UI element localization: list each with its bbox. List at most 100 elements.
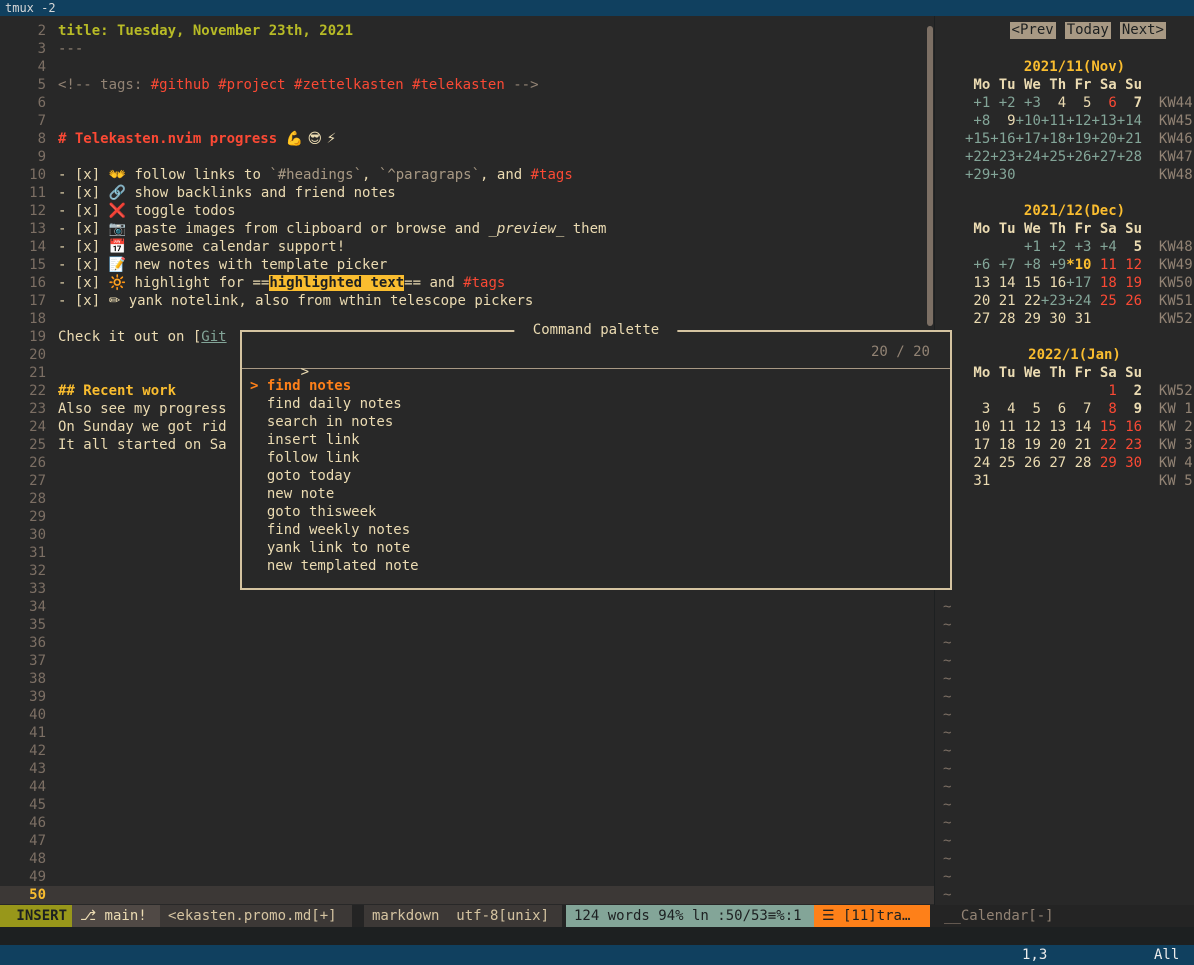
editor-line[interactable]: 12- [x] ❌ toggle todos [0,202,934,220]
command-palette-title: Command palette [514,321,677,339]
editor-line[interactable]: 3--- [0,40,934,58]
editor-line[interactable]: 9 [0,148,934,166]
editor-line[interactable]: 14- [x] 📅 awesome calendar support! [0,238,934,256]
calendar-week-row[interactable]: +1 +2 +3 +4 5 KW48 [941,238,1194,256]
line-number: 34 [0,598,46,616]
calendar-week-row[interactable]: +6 +7 +8 +9*10 11 12 KW49 [941,256,1194,274]
editor-line[interactable]: 44 [0,778,934,796]
editor-line[interactable]: 11- [x] 🔗 show backlinks and friend note… [0,184,934,202]
editor-line[interactable]: 42 [0,742,934,760]
empty-line-tilde: ~ [941,886,1194,904]
calendar-day: +10 [1016,113,1041,129]
palette-item[interactable]: search in notes [242,413,950,431]
terminal-screen: tmux -2 2title: Tuesday, November 23th, … [0,0,1194,965]
editor-line[interactable]: 7 [0,112,934,130]
calendar-week-row[interactable]: 10 11 12 13 14 15 16 KW 2 [941,418,1194,436]
line-number: 37 [0,652,46,670]
calendar-week-row[interactable]: 1 2 KW52 [941,382,1194,400]
today-button[interactable]: Today [1065,22,1111,39]
palette-item[interactable]: new templated note [242,557,950,575]
palette-item[interactable]: goto thisweek [242,503,950,521]
item-indent [250,540,267,556]
palette-item[interactable]: find weekly notes [242,521,950,539]
next-month-button[interactable]: Next> [1120,22,1166,39]
editor-line[interactable]: 2title: Tuesday, November 23th, 2021 [0,22,934,40]
editor-line[interactable]: 35 [0,616,934,634]
editor-line[interactable]: 8# Telekasten.nvim progress 💪 😎 ⚡ [0,130,934,148]
palette-item[interactable]: insert link [242,431,950,449]
command-line[interactable]: :lua require('telekasten').panel() [0,927,1194,945]
palette-item[interactable]: new note [242,485,950,503]
empty-line-tilde: ~ [941,868,1194,886]
calendar-day: 22 [1091,437,1116,453]
palette-input[interactable]: > 20 / 20 [242,342,950,362]
calendar-day: 6 [1091,95,1116,111]
palette-item[interactable]: follow link [242,449,950,467]
editor-line[interactable]: 38 [0,670,934,688]
editor-line[interactable]: 15- [x] 📝 new notes with template picker [0,256,934,274]
editor-line[interactable]: 48 [0,850,934,868]
editor-line[interactable]: 50 [0,886,934,904]
prev-month-button[interactable]: <Prev [1010,22,1056,39]
empty-line-tilde: ~ [941,850,1194,868]
editor-line[interactable]: 5<!-- tags: #github #project #zettelkast… [0,76,934,94]
editor-line[interactable]: 6 [0,94,934,112]
statusline: INSERT ⎇ main! <ekasten.promo.md[+] mark… [0,905,1194,927]
editor-line[interactable]: 45 [0,796,934,814]
calendar-week-row[interactable]: 13 14 15 16+17 18 19 KW50 [941,274,1194,292]
calendar-weekday-header: Mo Tu We Th Fr Sa Su [965,221,1142,237]
calendar-day: 28 [990,311,1015,327]
editor-line[interactable]: 40 [0,706,934,724]
line-number: 6 [0,94,46,112]
editor-line[interactable]: 47 [0,832,934,850]
calendar-day: +1 [965,95,990,111]
calendar-week-row[interactable]: 27 28 29 30 31 KW52 [941,310,1194,328]
item-indent [250,504,267,520]
editor-line[interactable]: 39 [0,688,934,706]
palette-item[interactable]: > find notes [242,377,950,395]
editor-line[interactable]: 36 [0,634,934,652]
calendar-week-row[interactable]: 17 18 19 20 21 22 23 KW 3 [941,436,1194,454]
editor-line[interactable]: 41 [0,724,934,742]
calendar-day: 9 [990,113,1015,129]
editor-line[interactable]: 37 [0,652,934,670]
calendar-week-row[interactable]: +15+16+17+18+19+20+21 KW46 [941,130,1194,148]
editor-line[interactable]: 34 [0,598,934,616]
calendar-day: 25 [990,455,1015,471]
filetype-encoding: markdown utf-8[unix] [364,905,562,927]
calendar-week-row[interactable]: 24 25 26 27 28 29 30 KW 4 [941,454,1194,472]
palette-item[interactable]: find daily notes [242,395,950,413]
editor-line[interactable]: 46 [0,814,934,832]
document-stats: 124 words 94% ln :50/53≡%:1 [566,905,814,927]
editor-line[interactable]: 13- [x] 📷 paste images from clipboard or… [0,220,934,238]
calendar-week-number: KW47 [1142,149,1193,165]
calendar-day: +2 [1041,239,1066,255]
editor-line[interactable]: 4 [0,58,934,76]
palette-item-label: yank link to note [267,540,410,556]
calendar-week-number: KW49 [1142,257,1193,273]
palette-item-label: goto thisweek [267,504,377,520]
calendar-week-row[interactable]: +29+30 KW48 [941,166,1194,184]
line-text: - [x] 🔆 highlight for ==highlighted text… [58,274,505,292]
palette-item[interactable]: goto today [242,467,950,485]
calendar-week-row[interactable]: +1 +2 +3 4 5 6 7 KW44 [941,94,1194,112]
item-indent [250,522,267,538]
editor-line[interactable]: 17- [x] ✏ yank notelink, also from wthin… [0,292,934,310]
calendar-week-row[interactable]: 3 4 5 6 7 8 9 KW 1 [941,400,1194,418]
calendar-day: +14 [1117,113,1142,129]
calendar-day [1066,167,1091,183]
editor-line[interactable]: 10- [x] 👐 follow links to `#headings`, `… [0,166,934,184]
palette-separator [242,368,950,369]
calendar-week-row[interactable]: 31 KW 5 [941,472,1194,490]
line-number: 10 [0,166,46,184]
editor-line[interactable]: 49 [0,868,934,886]
editor-scrollbar[interactable] [927,26,933,326]
calendar-week-row[interactable]: +8 9+10+11+12+13+14 KW45 [941,112,1194,130]
calendar-week-row[interactable]: +22+23+24+25+26+27+28 KW47 [941,148,1194,166]
editor-line[interactable]: 18 [0,310,934,328]
calendar-day: 20 [1041,437,1066,453]
palette-item[interactable]: yank link to note [242,539,950,557]
editor-line[interactable]: 16- [x] 🔆 highlight for ==highlighted te… [0,274,934,292]
calendar-week-row[interactable]: 20 21 22+23+24 25 26 KW51 [941,292,1194,310]
editor-line[interactable]: 43 [0,760,934,778]
